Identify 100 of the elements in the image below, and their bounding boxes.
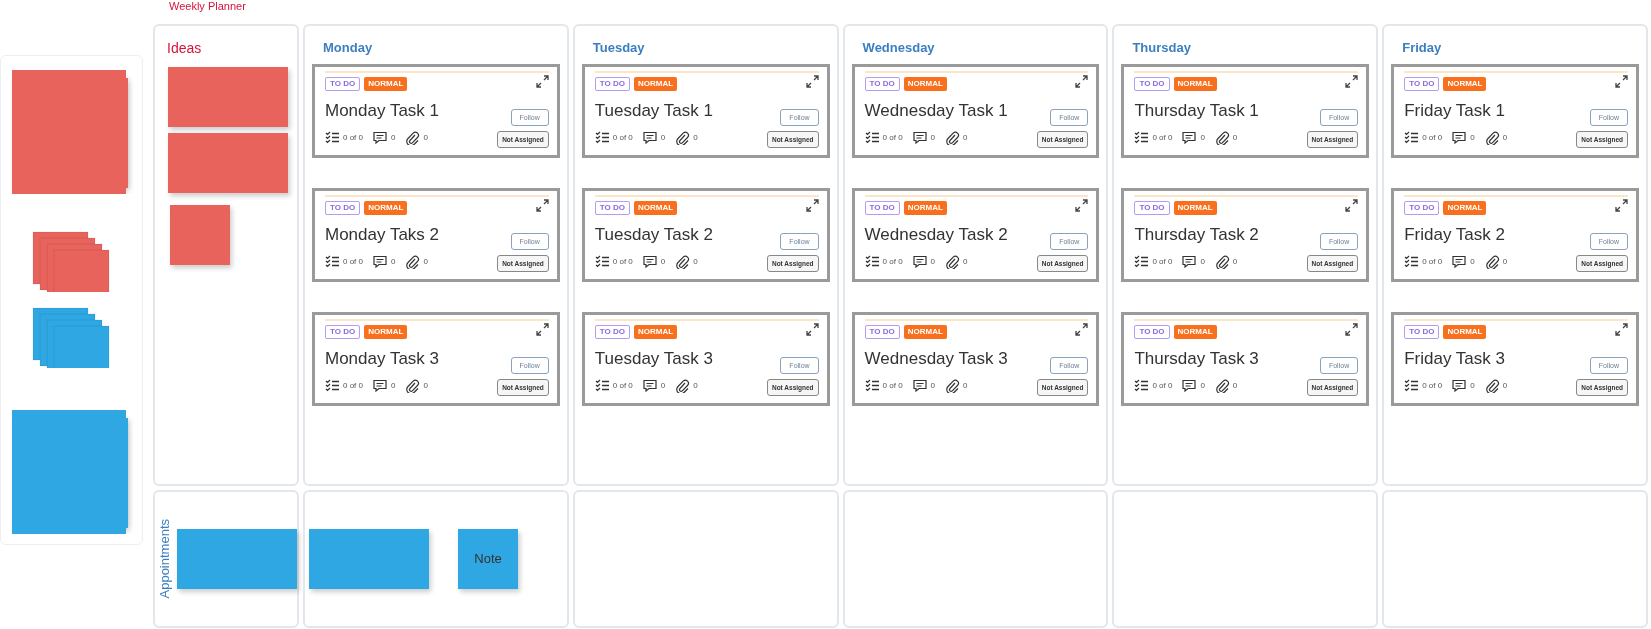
checklist-icon: [594, 131, 610, 145]
checklist-count: 0 of 0: [1152, 380, 1173, 392]
paperclip-icon: [945, 255, 961, 269]
column-title: Friday: [1402, 39, 1442, 57]
expand-icon[interactable]: [535, 322, 549, 336]
status-tag: TO DO: [864, 200, 900, 215]
priority-tag: NORMAL: [1443, 200, 1487, 215]
checklist-icon: [325, 255, 340, 269]
priority-tag: NORMAL: [364, 76, 408, 91]
priority-tag: NORMAL: [634, 76, 678, 91]
expand-icon[interactable]: [1345, 198, 1359, 212]
task-title: Thursday Task 3: [1134, 347, 1260, 370]
priority-tag: NORMAL: [1443, 324, 1487, 339]
attachment-count: 0: [1232, 132, 1238, 144]
task-title: Tuesday Task 3: [594, 347, 714, 370]
comment-count: 0: [1200, 256, 1205, 268]
attachment-count: 0: [1232, 380, 1238, 392]
attachment-count: 0: [1502, 132, 1508, 144]
comment-count: 0: [930, 256, 936, 268]
comment-count: 0: [660, 132, 666, 144]
comment-count: 0: [1200, 132, 1205, 144]
comment-icon: [1452, 131, 1468, 145]
status-tag: TO DO: [325, 324, 361, 339]
comment-icon: [912, 131, 928, 145]
paperclip-icon: [675, 379, 691, 393]
comment-icon: [1182, 131, 1198, 145]
comment-icon: [642, 379, 658, 393]
priority-tag: NORMAL: [1443, 76, 1487, 91]
comment-count: 0: [1470, 256, 1475, 268]
status-tag: TO DO: [1404, 324, 1440, 339]
priority-tag: NORMAL: [634, 200, 678, 215]
checklist-icon: [1404, 379, 1420, 393]
comment-icon: [373, 379, 388, 393]
expand-icon[interactable]: [1615, 198, 1628, 212]
checklist-count: 0 of 0: [1152, 132, 1173, 144]
attachment-count: 0: [693, 256, 698, 268]
attachment-count: 0: [693, 380, 698, 392]
expand-icon[interactable]: [1345, 322, 1359, 336]
status-tag: TO DO: [1134, 324, 1170, 339]
checklist-count: 0 of 0: [882, 256, 903, 268]
comment-count: 0: [660, 256, 666, 268]
task-title: Tuesday Task 1: [594, 99, 714, 122]
paperclip-icon: [1214, 255, 1230, 269]
column-title: Monday: [323, 39, 373, 57]
comment-count: 0: [391, 256, 396, 268]
comment-icon: [1452, 379, 1468, 393]
sticky-note[interactable]: Note: [458, 529, 518, 589]
expand-icon[interactable]: [1075, 74, 1089, 88]
expand-icon[interactable]: [535, 198, 549, 212]
task-title: Friday Task 3: [1404, 347, 1506, 370]
expand-icon[interactable]: [1615, 322, 1628, 336]
checklist-icon: [325, 131, 340, 145]
expand-icon[interactable]: [805, 74, 819, 88]
comment-count: 0: [1200, 380, 1205, 392]
comment-icon: [642, 131, 658, 145]
comment-icon: [373, 255, 388, 269]
checklist-count: 0 of 0: [612, 380, 633, 392]
priority-tag: NORMAL: [1173, 76, 1217, 91]
comment-icon: [373, 131, 388, 145]
task-title: Wednesday Task 3: [864, 347, 1009, 370]
expand-icon[interactable]: [1615, 74, 1628, 88]
expand-icon[interactable]: [805, 198, 819, 212]
paperclip-icon: [405, 255, 421, 269]
checklist-icon: [1134, 255, 1150, 269]
expand-icon[interactable]: [1075, 198, 1089, 212]
checklist-count: 0 of 0: [1422, 132, 1443, 144]
attachment-count: 0: [423, 132, 428, 144]
comment-icon: [1452, 255, 1468, 269]
status-tag: TO DO: [864, 324, 900, 339]
task-title: Tuesday Task 2: [594, 223, 714, 246]
expand-icon[interactable]: [535, 74, 549, 88]
paperclip-icon: [1484, 379, 1500, 393]
attachment-count: 0: [1232, 256, 1238, 268]
task-title: Friday Task 1: [1404, 99, 1506, 122]
checklist-icon: [594, 255, 610, 269]
attachment-count: 0: [423, 256, 428, 268]
task-title: Monday Task 3: [325, 347, 441, 370]
status-tag: TO DO: [594, 76, 630, 91]
checklist-count: 0 of 0: [882, 132, 903, 144]
attachment-count: 0: [963, 132, 968, 144]
comment-count: 0: [1470, 380, 1475, 392]
board-title: Weekly Planner: [168, 0, 247, 14]
comment-icon: [912, 379, 928, 393]
priority-tag: NORMAL: [903, 200, 947, 215]
expand-icon[interactable]: [1345, 74, 1359, 88]
paperclip-icon: [675, 255, 691, 269]
paperclip-icon: [945, 131, 961, 145]
expand-icon[interactable]: [805, 322, 819, 336]
expand-icon[interactable]: [1075, 322, 1089, 336]
comment-icon: [1182, 379, 1198, 393]
comment-icon: [1182, 255, 1198, 269]
checklist-count: 0 of 0: [343, 132, 363, 144]
comment-count: 0: [660, 380, 666, 392]
checklist-icon: [864, 255, 880, 269]
priority-tag: NORMAL: [634, 324, 678, 339]
comment-icon: [642, 255, 658, 269]
checklist-icon: [1404, 255, 1420, 269]
attachment-count: 0: [963, 256, 968, 268]
task-title: Wednesday Task 2: [864, 223, 1009, 246]
paperclip-icon: [1484, 255, 1500, 269]
